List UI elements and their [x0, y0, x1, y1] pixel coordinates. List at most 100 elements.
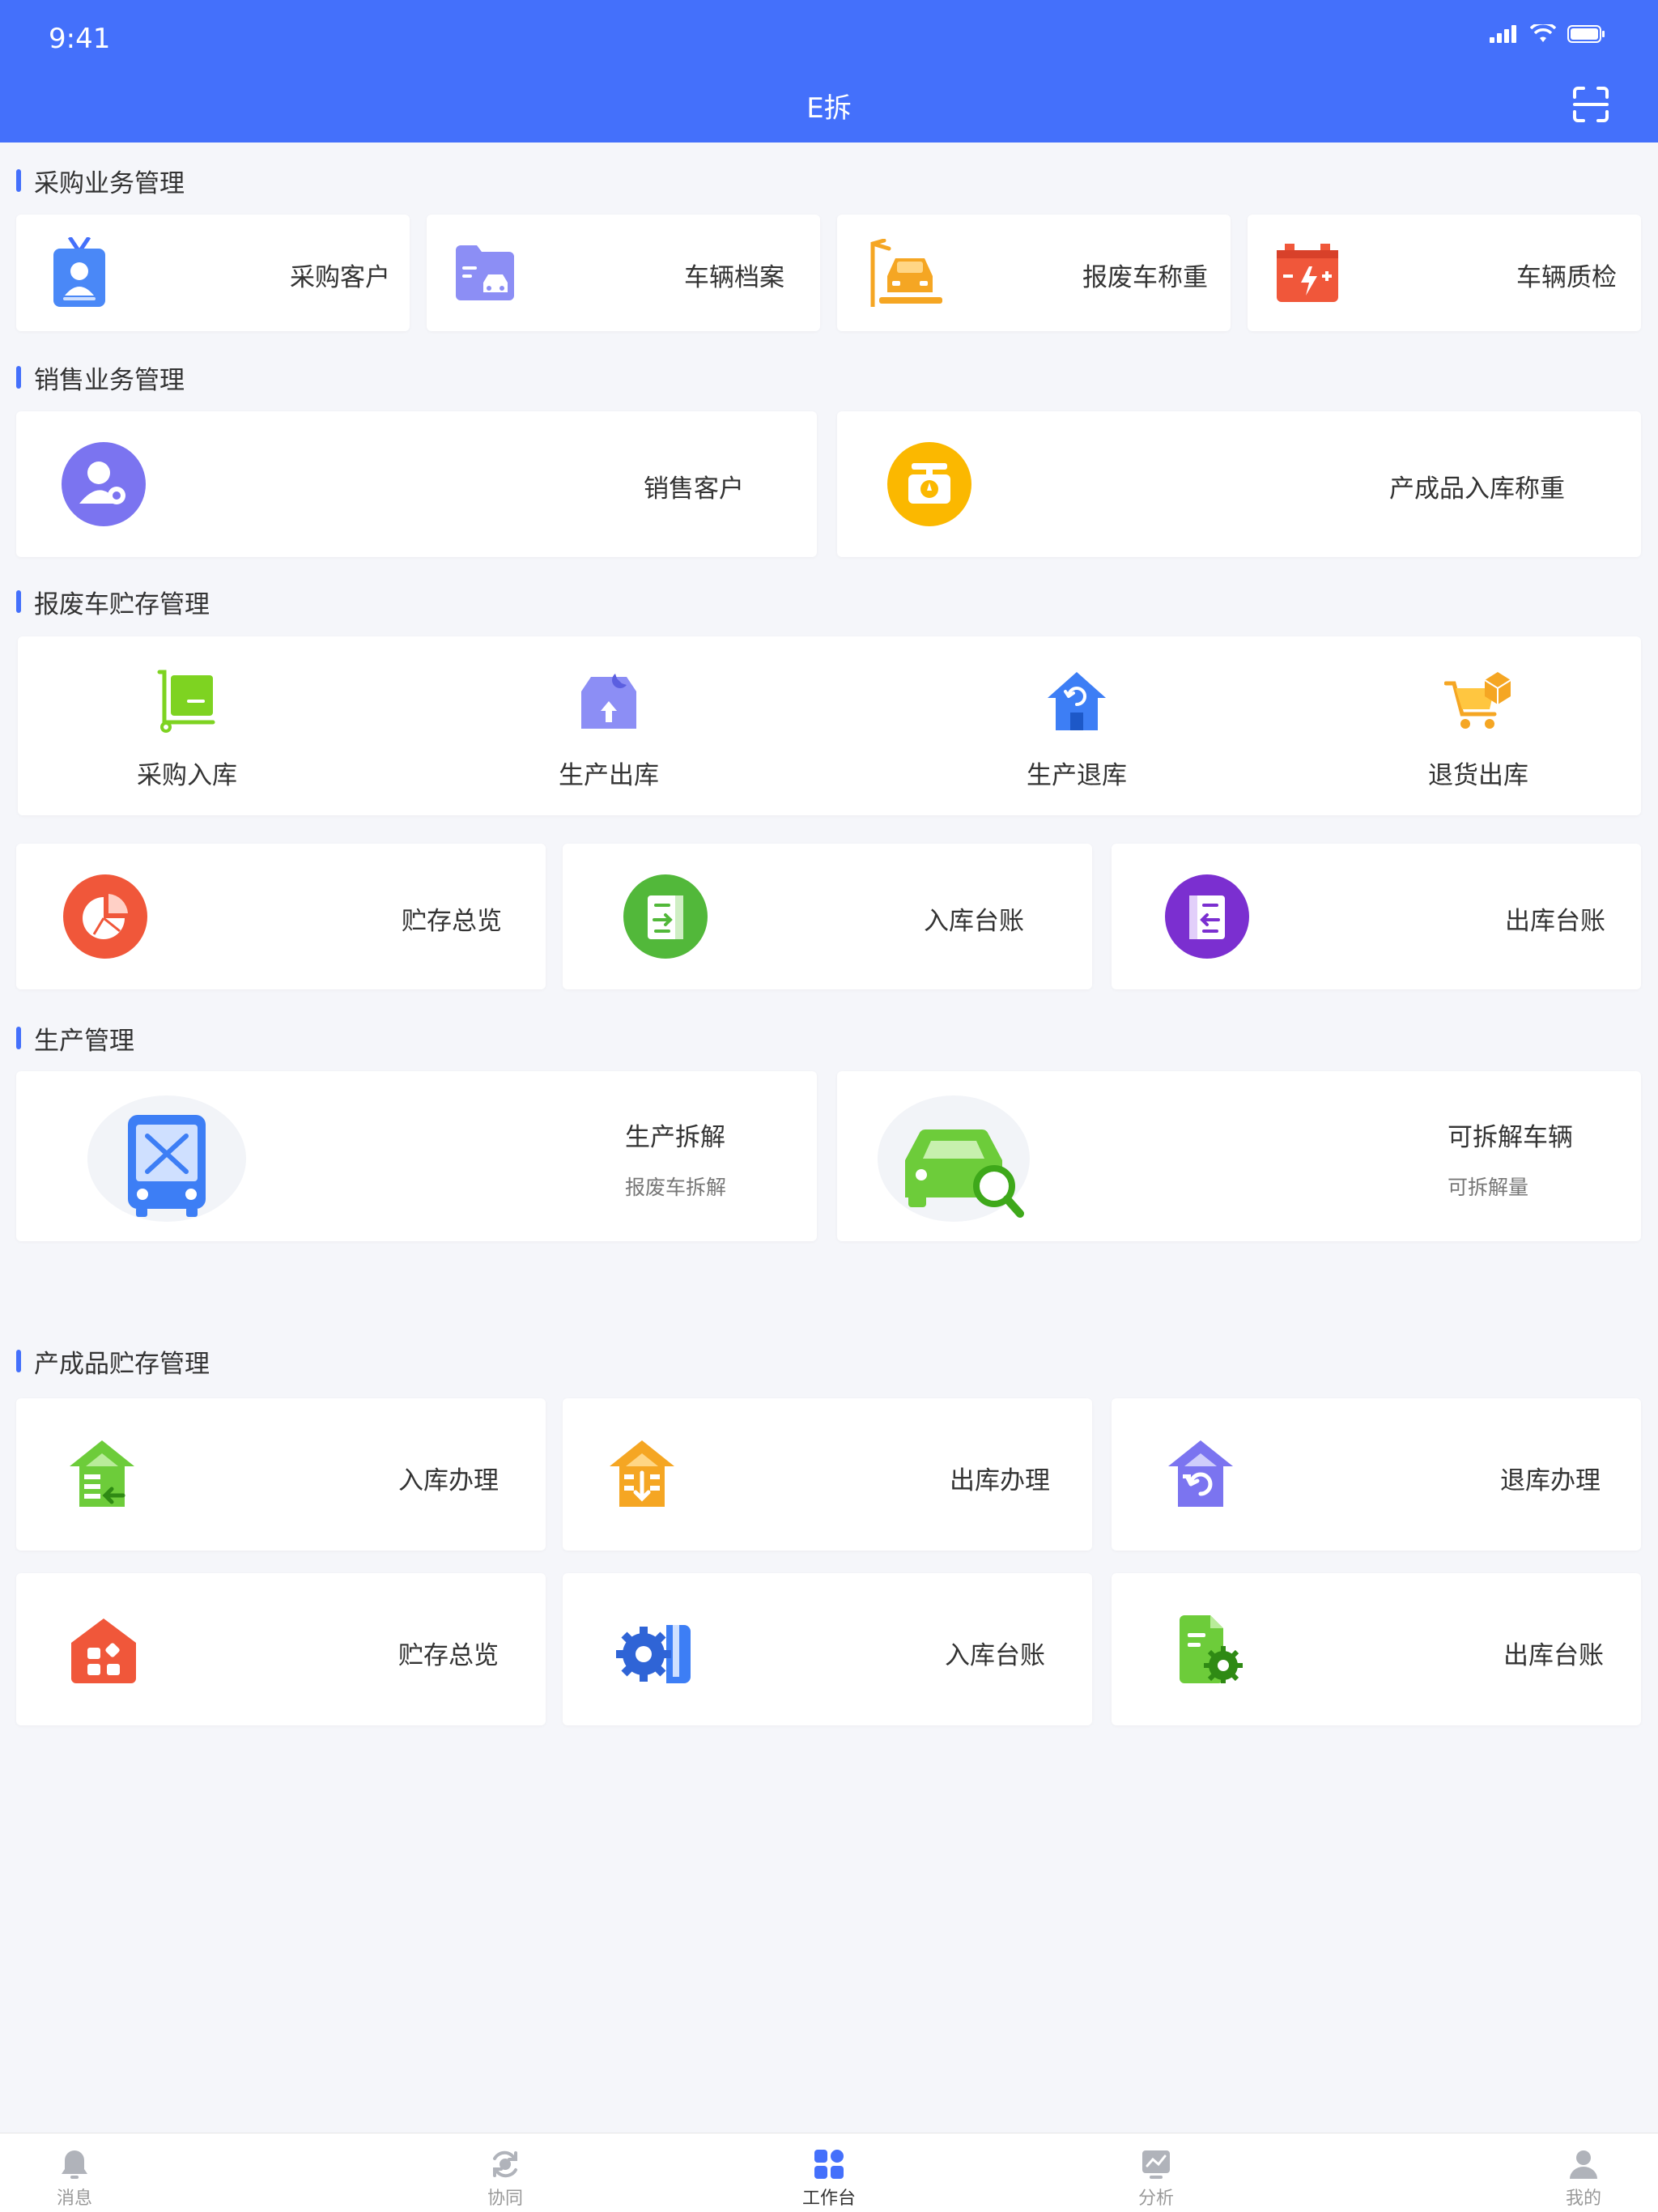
card-label: 产成品入库称重	[1389, 474, 1565, 504]
product-inbound-ledger-card[interactable]: 入库台账	[563, 1573, 1092, 1725]
tab-label: 分析	[1137, 2189, 1174, 2209]
return-warehouse-icon	[1168, 1440, 1233, 1507]
inbound-warehouse-icon	[70, 1440, 134, 1507]
scan-icon[interactable]	[1572, 86, 1609, 123]
kitchen-scale-icon	[887, 442, 971, 526]
car-search-icon	[878, 1095, 1030, 1222]
gear-blueprint-icon	[616, 1625, 691, 1683]
product-weighing-card[interactable]: 产成品入库称重	[837, 411, 1641, 557]
section-title-purchase: 采购业务管理	[16, 164, 185, 198]
card-label: 入库台账	[924, 907, 1024, 936]
scrap-inbound-ledger-card[interactable]: 入库台账	[563, 844, 1092, 989]
tile-label: 采购入库	[137, 761, 237, 790]
wifi-icon	[1530, 24, 1556, 42]
card-label: 出库台账	[1503, 1641, 1604, 1670]
card-label: 贮存总览	[402, 907, 502, 936]
dismantlable-vehicles-card[interactable]: 可拆解车辆 可拆解量	[837, 1071, 1641, 1241]
card-label: 出库台账	[1505, 907, 1605, 936]
tab-label: 消息	[56, 2189, 92, 2209]
section-title-text: 生产管理	[34, 1026, 134, 1056]
card-label: 采购客户	[290, 263, 390, 292]
tab-profile[interactable]: 我的	[1535, 2148, 1632, 2210]
section-marker	[16, 1027, 21, 1049]
tile-label: 退货出库	[1428, 761, 1528, 790]
section-marker	[16, 590, 21, 613]
product-inbound-card[interactable]: 入库办理	[16, 1398, 546, 1551]
inbound-ledger-icon	[623, 874, 708, 959]
vehicle-inspection-card[interactable]: 车辆质检	[1248, 215, 1641, 331]
grid-icon	[814, 2150, 844, 2179]
tile-label: 生产出库	[559, 761, 659, 790]
sync-icon	[493, 2150, 517, 2178]
card-label: 可拆解车辆	[1448, 1123, 1573, 1152]
sales-customer-icon	[62, 442, 146, 526]
tab-messages[interactable]: 消息	[26, 2148, 123, 2210]
scrap-outbound-ledger-card[interactable]: 出库台账	[1112, 844, 1641, 989]
doc-settings-icon	[1180, 1615, 1243, 1683]
production-dismantle-card[interactable]: 生产拆解 报废车拆解	[16, 1071, 817, 1241]
card-label: 入库办理	[398, 1466, 499, 1495]
card-label: 入库台账	[945, 1641, 1045, 1670]
section-title-scrap-storage: 报废车贮存管理	[16, 585, 210, 619]
card-label: 车辆质检	[1516, 263, 1617, 292]
tile-return-outbound[interactable]: 退货出库	[1357, 669, 1600, 791]
card-label: 销售客户	[644, 474, 744, 504]
tab-bar: 消息 协同 工作台 分析 我的	[0, 2133, 1658, 2212]
tab-analysis[interactable]: 分析	[1107, 2148, 1205, 2210]
battery-inspection-icon	[1277, 244, 1338, 302]
user-icon	[1570, 2150, 1597, 2179]
card-label: 生产拆解	[625, 1123, 725, 1152]
green-cart-icon	[157, 670, 215, 733]
tab-collaboration[interactable]: 协同	[457, 2148, 554, 2210]
product-outbound-ledger-card[interactable]: 出库台账	[1112, 1573, 1641, 1725]
section-marker	[16, 1350, 21, 1372]
battery-icon	[1567, 25, 1605, 43]
card-label: 车辆档案	[684, 263, 784, 292]
pie-chart-icon	[63, 874, 147, 959]
bell-icon	[62, 2150, 87, 2179]
tile-production-outbound[interactable]: 生产出库	[487, 669, 730, 791]
tab-workbench[interactable]: 工作台	[780, 2148, 878, 2210]
card-sublabel: 报废车拆解	[625, 1176, 727, 1199]
section-title-text: 采购业务管理	[34, 168, 185, 198]
tab-label: 协同	[487, 2189, 523, 2209]
product-return-card[interactable]: 退库办理	[1112, 1398, 1641, 1551]
toolbox-icon	[581, 674, 636, 729]
status-time: 9:41	[49, 23, 111, 55]
card-sublabel: 可拆解量	[1448, 1176, 1529, 1199]
product-outbound-card[interactable]: 出库办理	[563, 1398, 1092, 1551]
section-title-text: 报废车贮存管理	[34, 589, 210, 619]
tile-label: 生产退库	[1027, 761, 1127, 790]
scrap-storage-shortcuts: 采购入库 生产出库 生产退库 退货出库	[18, 636, 1641, 815]
section-title-production: 生产管理	[16, 1022, 134, 1056]
outbound-ledger-icon	[1165, 874, 1249, 959]
section-title-product-storage: 产成品贮存管理	[16, 1345, 210, 1379]
orange-cart-icon	[1444, 672, 1511, 729]
card-label: 贮存总览	[398, 1641, 499, 1670]
scrap-storage-overview-card[interactable]: 贮存总览	[16, 844, 546, 989]
signal-icon	[1490, 25, 1516, 43]
tab-label: 我的	[1565, 2189, 1601, 2209]
section-title-text: 销售业务管理	[34, 365, 185, 395]
tile-production-return[interactable]: 生产退库	[955, 669, 1198, 791]
section-title-text: 产成品贮存管理	[34, 1349, 210, 1379]
section-title-sales: 销售业务管理	[16, 361, 185, 395]
outbound-warehouse-icon	[610, 1440, 674, 1507]
chart-icon	[1142, 2150, 1170, 2179]
return-house-icon	[1048, 672, 1106, 730]
card-label: 出库办理	[950, 1466, 1050, 1495]
apps-house-icon	[71, 1619, 136, 1683]
tab-label: 工作台	[801, 2189, 856, 2209]
vehicle-folder-icon	[456, 245, 514, 300]
purchase-customer-card[interactable]: 采购客户	[16, 215, 410, 331]
card-label: 退库办理	[1500, 1466, 1601, 1495]
scrap-weighing-card[interactable]: 报废车称重	[837, 215, 1231, 331]
section-marker	[16, 169, 21, 192]
vehicle-archive-card[interactable]: 车辆档案	[427, 215, 820, 331]
car-scale-icon	[870, 239, 942, 307]
sales-customer-card[interactable]: 销售客户	[16, 411, 817, 557]
status-icons	[1490, 24, 1605, 44]
product-storage-overview-card[interactable]: 贮存总览	[16, 1573, 546, 1725]
bus-repair-icon	[87, 1095, 246, 1222]
tile-purchase-inbound[interactable]: 采购入库	[66, 669, 308, 791]
